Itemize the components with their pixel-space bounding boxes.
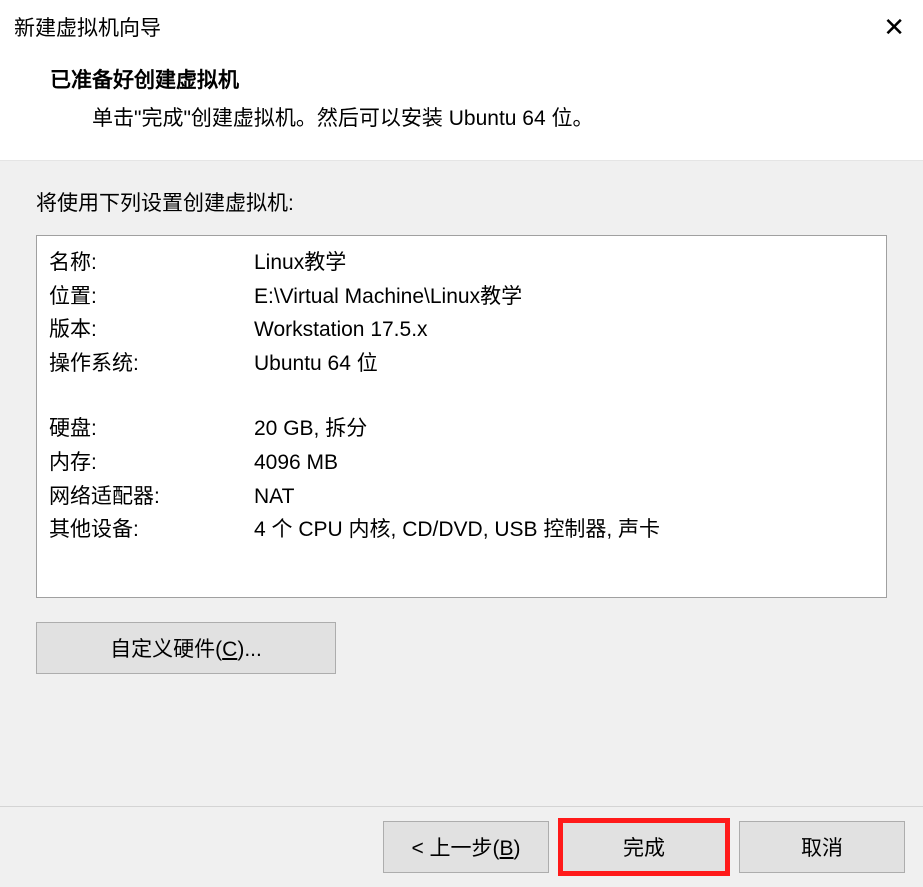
summary-value: Linux教学 [254, 246, 346, 280]
summary-label: 位置: [49, 280, 254, 314]
summary-row: 位置: E:\Virtual Machine\Linux教学 [49, 280, 874, 314]
summary-label: 网络适配器: [49, 480, 254, 514]
finish-button[interactable]: 完成 [561, 821, 727, 873]
content-area: 将使用下列设置创建虚拟机: 名称: Linux教学 位置: E:\Virtual… [0, 160, 923, 694]
summary-row: 名称: Linux教学 [49, 246, 874, 280]
cancel-button[interactable]: 取消 [739, 821, 905, 873]
summary-label: 版本: [49, 313, 254, 347]
summary-heading: 将使用下列设置创建虚拟机: [36, 187, 887, 217]
titlebar: 新建虚拟机向导 ✕ [0, 0, 923, 52]
summary-row: 网络适配器: NAT [49, 480, 874, 514]
page-title: 已准备好创建虚拟机 [50, 64, 909, 94]
window-title: 新建虚拟机向导 [14, 12, 161, 42]
customize-hardware-button[interactable]: 自定义硬件(C)... [36, 622, 336, 674]
summary-value: 4096 MB [254, 446, 338, 480]
summary-value: 4 个 CPU 内核, CD/DVD, USB 控制器, 声卡 [254, 513, 660, 547]
summary-value: 20 GB, 拆分 [254, 412, 367, 446]
summary-label: 其他设备: [49, 513, 254, 547]
summary-row: 内存: 4096 MB [49, 446, 874, 480]
wizard-header: 已准备好创建虚拟机 单击"完成"创建虚拟机。然后可以安装 Ubuntu 64 位… [0, 52, 923, 160]
summary-box: 名称: Linux教学 位置: E:\Virtual Machine\Linux… [36, 235, 887, 598]
summary-label: 名称: [49, 246, 254, 280]
summary-row: 其他设备: 4 个 CPU 内核, CD/DVD, USB 控制器, 声卡 [49, 513, 874, 547]
footer: < 上一步(B) 完成 取消 [0, 806, 923, 887]
back-button[interactable]: < 上一步(B) [383, 821, 549, 873]
summary-row: 操作系统: Ubuntu 64 位 [49, 347, 874, 381]
summary-row: 硬盘: 20 GB, 拆分 [49, 412, 874, 446]
summary-label: 操作系统: [49, 347, 254, 381]
summary-row: 版本: Workstation 17.5.x [49, 313, 874, 347]
close-icon[interactable]: ✕ [883, 14, 905, 40]
spacer [0, 694, 923, 806]
summary-value: Workstation 17.5.x [254, 313, 428, 347]
summary-value: E:\Virtual Machine\Linux教学 [254, 280, 522, 314]
summary-value: Ubuntu 64 位 [254, 347, 378, 381]
summary-label: 硬盘: [49, 412, 254, 446]
summary-label: 内存: [49, 446, 254, 480]
summary-value: NAT [254, 480, 294, 514]
page-subtitle: 单击"完成"创建虚拟机。然后可以安装 Ubuntu 64 位。 [50, 102, 909, 132]
